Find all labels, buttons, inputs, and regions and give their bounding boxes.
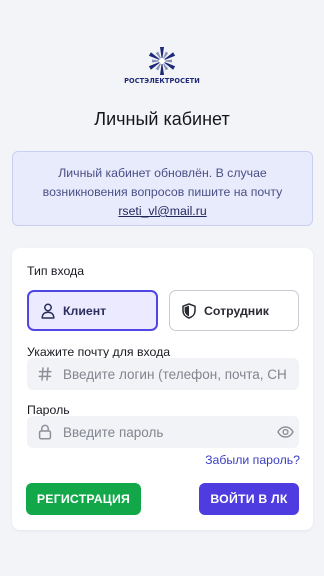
notice-banner: Личный кабинет обновлён. В случае возник… [12, 151, 313, 226]
lock-icon [27, 424, 63, 440]
login-type-label: Тип входа [27, 264, 85, 278]
hash-icon [27, 367, 63, 381]
login-card: Тип входа Клиент Сотрудник Укажите почту… [12, 248, 313, 530]
show-password-eye-icon[interactable] [271, 426, 299, 438]
role-staff-button[interactable]: Сотрудник [169, 290, 299, 331]
role-client-label: Клиент [63, 303, 107, 318]
password-field [27, 416, 299, 448]
password-label: Пароль [27, 403, 70, 417]
logo-star-icon [148, 47, 176, 75]
user-icon [41, 303, 55, 319]
role-client-button[interactable]: Клиент [27, 290, 158, 331]
page-title: Личный кабинет [94, 109, 230, 129]
forgot-password-link[interactable]: Забыли пароль? [205, 453, 300, 467]
email-label: Укажите почту для входа [27, 345, 171, 359]
role-staff-label: Сотрудник [204, 303, 269, 318]
notice-line-1: Личный кабинет обновлён. В случае [58, 166, 267, 180]
company-logo: РОСТЭЛЕКТРОСЕТИ [0, 46, 324, 90]
email-input[interactable] [63, 366, 299, 382]
notice-email-link[interactable]: rseti_vl@mail.ru [118, 204, 206, 218]
email-field [27, 358, 299, 390]
shield-icon [182, 302, 196, 319]
notice-line-2: возникновения вопросов пишите на почту [42, 185, 283, 199]
register-button[interactable]: РЕГИСТРАЦИЯ [26, 483, 141, 515]
password-input[interactable] [63, 424, 271, 440]
login-button[interactable]: ВОЙТИ В ЛК [199, 483, 299, 515]
logo-text: РОСТЭЛЕКТРОСЕТИ [124, 77, 200, 85]
